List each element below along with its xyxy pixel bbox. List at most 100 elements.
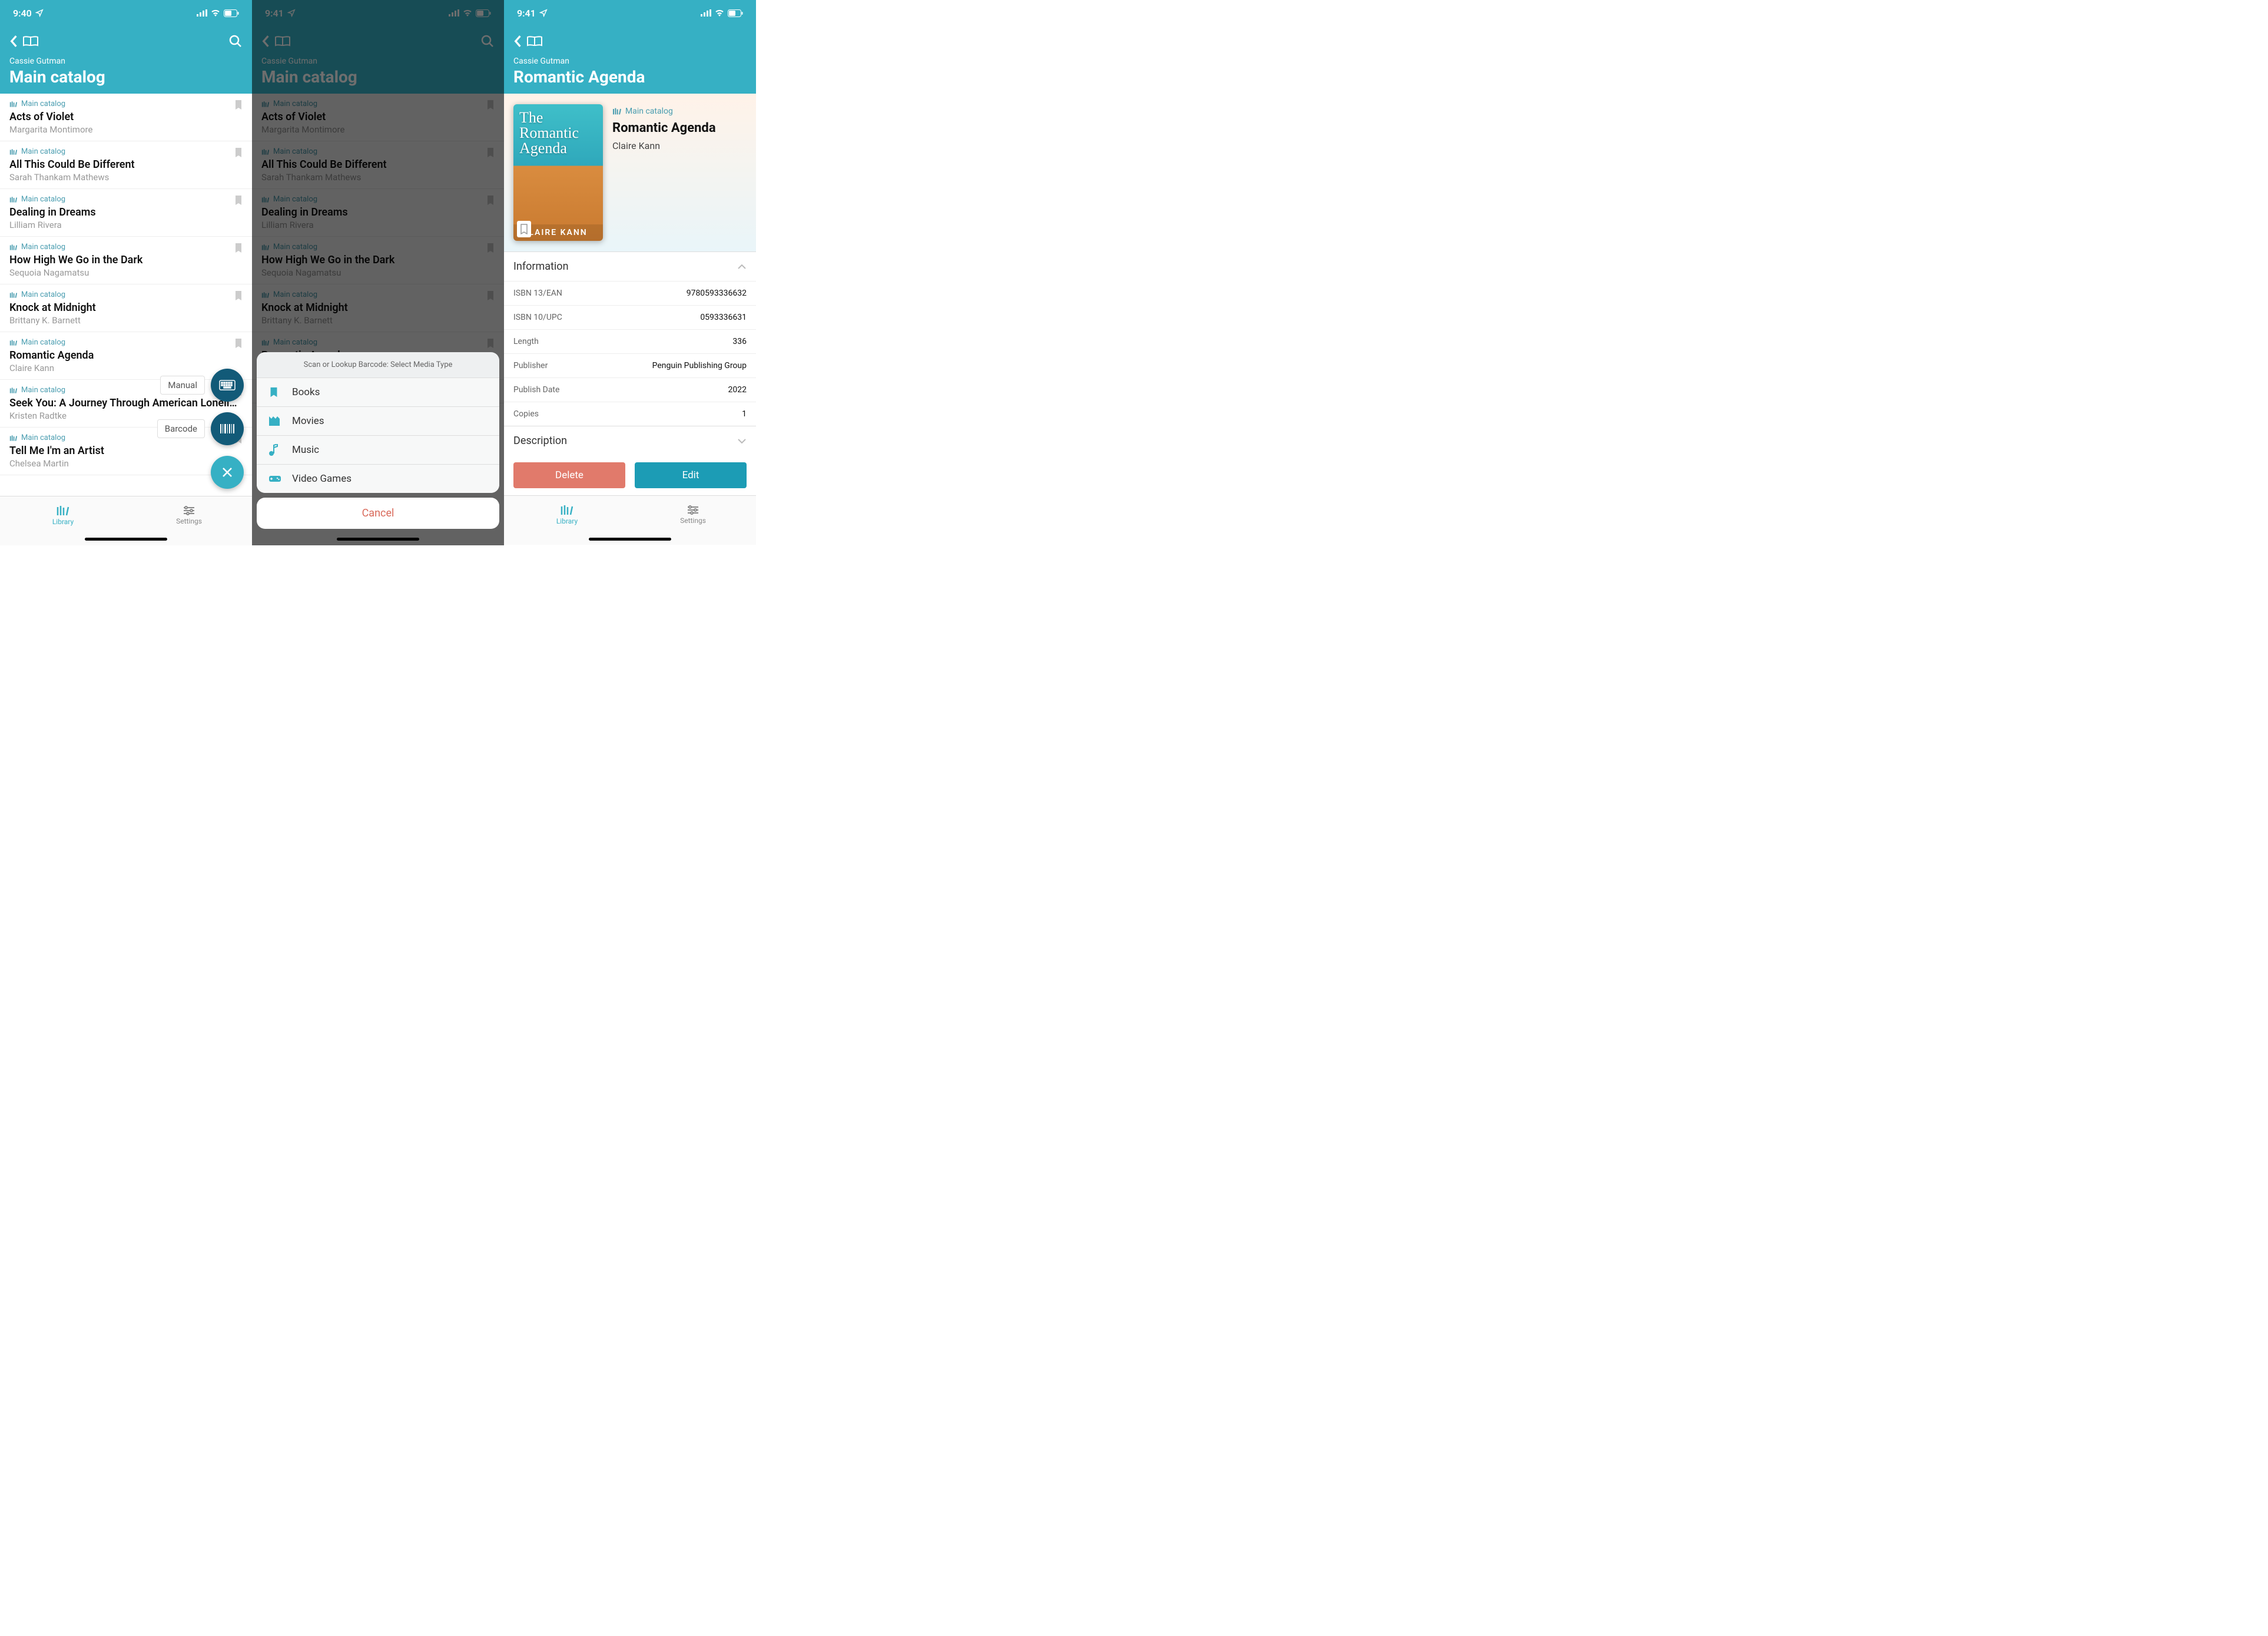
- library-small-icon: [9, 244, 18, 251]
- search-icon[interactable]: [228, 34, 243, 48]
- detail-actions: Delete Edit: [504, 455, 756, 495]
- list-item-author: Lilliam Rivera: [9, 220, 243, 230]
- bookmark-icon[interactable]: [234, 100, 243, 110]
- list-item-catalog: Main catalog: [9, 290, 243, 299]
- delete-button[interactable]: Delete: [513, 462, 625, 488]
- battery-icon: [728, 9, 743, 17]
- cover-bookmark-icon: [517, 221, 531, 237]
- bookmark-icon[interactable]: [234, 290, 243, 301]
- list-item-author: Margarita Montimore: [9, 124, 243, 135]
- sheet-item-movies[interactable]: Movies: [257, 407, 499, 436]
- info-value: 336: [732, 337, 747, 346]
- info-key: Copies: [513, 409, 539, 419]
- library-small-icon: [9, 292, 18, 299]
- list-item[interactable]: Main catalog Knock at MidnightBrittany K.…: [0, 284, 252, 332]
- bookmark-icon[interactable]: [234, 147, 243, 158]
- list-item-title: Dealing in Dreams: [9, 206, 243, 218]
- detail-hero: The Romantic Agenda LAIRE KANN Main cata…: [504, 94, 756, 251]
- library-icon: [560, 504, 574, 516]
- fab-manual-label: Manual: [160, 376, 205, 395]
- list-item-title: All This Could Be Different: [9, 158, 243, 171]
- chevron-up-icon: [737, 264, 747, 270]
- list-item-author: Sequoia Nagamatsu: [9, 267, 243, 278]
- info-section: Information ISBN 13/EAN9780593336632ISBN…: [504, 251, 756, 426]
- sheet-item-games[interactable]: Video Games: [257, 465, 499, 493]
- fab-manual-button[interactable]: [211, 369, 244, 402]
- edit-button[interactable]: Edit: [635, 462, 747, 488]
- book-open-icon[interactable]: [22, 35, 39, 47]
- list-item-author: Sarah Thankam Mathews: [9, 172, 243, 183]
- settings-icon: [183, 505, 195, 516]
- fab-barcode-button[interactable]: [211, 412, 244, 445]
- page-title: Main catalog: [9, 67, 243, 87]
- sheet-item-music[interactable]: Music: [257, 436, 499, 465]
- back-icon[interactable]: [9, 35, 18, 48]
- info-row: ISBN 10/UPC 0593336631: [504, 305, 756, 329]
- action-sheet-overlay[interactable]: Scan or Lookup Barcode: Select Media Typ…: [252, 0, 504, 545]
- status-time: 9:41: [517, 8, 536, 19]
- list-item-author: Brittany K. Barnett: [9, 315, 243, 326]
- fab-close-button[interactable]: [211, 456, 244, 489]
- info-row: Length336: [504, 329, 756, 353]
- bookmark-icon: [268, 386, 281, 398]
- cover-title: The Romantic Agenda: [519, 110, 597, 156]
- screen-book-detail: 9:41 Cassie Gutman Romantic Agenda The R…: [504, 0, 756, 545]
- home-indicator[interactable]: [589, 538, 671, 541]
- wifi-icon: [715, 9, 724, 16]
- library-small-icon: [9, 339, 18, 346]
- info-row: Publish Date2022: [504, 377, 756, 402]
- info-value: 9780593336632: [687, 289, 747, 298]
- location-icon: [35, 9, 44, 17]
- list-item[interactable]: Main catalogAll This Could Be DifferentS…: [0, 141, 252, 189]
- back-icon[interactable]: [513, 35, 522, 48]
- bookmark-icon[interactable]: [234, 243, 243, 253]
- list-item-title: How High We Go in the Dark: [9, 254, 243, 266]
- location-icon: [539, 9, 548, 17]
- screen-media-type-sheet: 9:41 Cassie Gutman Main catalog Main cat…: [252, 0, 504, 545]
- movie-icon: [268, 416, 281, 426]
- description-header[interactable]: Description: [504, 426, 756, 455]
- signal-icon: [197, 9, 207, 16]
- header: Cassie Gutman Main catalog: [0, 26, 252, 94]
- info-key: ISBN 10/UPC: [513, 313, 562, 322]
- list-item[interactable]: Main catalogActs of VioletMargarita Mont…: [0, 94, 252, 141]
- fab-barcode-label: Barcode: [157, 419, 205, 438]
- list-item-title: Acts of Violet: [9, 111, 243, 123]
- info-row: Publisher Penguin Publishing Group: [504, 353, 756, 377]
- home-indicator[interactable]: [337, 538, 419, 541]
- battery-icon: [224, 9, 239, 17]
- library-small-icon: [9, 148, 18, 155]
- info-value: 0593336631: [700, 313, 747, 322]
- home-indicator[interactable]: [85, 538, 167, 541]
- list-item-catalog: Main catalog: [9, 338, 243, 347]
- info-value: 2022: [728, 385, 747, 395]
- action-sheet: Scan or Lookup Barcode: Select Media Typ…: [257, 352, 499, 493]
- list-item[interactable]: Main catalogHow High We Go in the DarkSe…: [0, 237, 252, 284]
- library-small-icon: [9, 435, 18, 442]
- book-open-icon[interactable]: [526, 35, 543, 47]
- cancel-button[interactable]: Cancel: [257, 498, 499, 529]
- detail-title: Romantic Agenda: [612, 121, 747, 135]
- sheet-title: Scan or Lookup Barcode: Select Media Typ…: [257, 352, 499, 378]
- settings-icon: [687, 505, 699, 515]
- info-header[interactable]: Information: [504, 252, 756, 281]
- header: Cassie Gutman Romantic Agenda: [504, 26, 756, 94]
- status-bar: 9:40: [0, 0, 252, 26]
- bookmark-icon[interactable]: [234, 195, 243, 206]
- info-value: Penguin Publishing Group: [652, 361, 747, 370]
- fab-group: Manual Barcode: [157, 369, 244, 489]
- list-item[interactable]: Main catalogDealing in DreamsLilliam Riv…: [0, 189, 252, 237]
- close-icon: [221, 466, 234, 479]
- status-bar: 9:41: [504, 0, 756, 26]
- book-cover[interactable]: The Romantic Agenda LAIRE KANN: [513, 104, 603, 241]
- library-small-icon: [9, 101, 18, 108]
- bookmark-icon[interactable]: [234, 338, 243, 349]
- library-small-icon: [612, 107, 622, 115]
- library-icon: [56, 505, 70, 516]
- signal-icon: [701, 9, 711, 16]
- status-time: 9:40: [13, 8, 32, 19]
- keyboard-icon: [219, 380, 236, 390]
- sheet-item-books[interactable]: Books: [257, 378, 499, 407]
- info-key: Publisher: [513, 361, 548, 370]
- list-item-title: Knock at Midnight: [9, 302, 243, 314]
